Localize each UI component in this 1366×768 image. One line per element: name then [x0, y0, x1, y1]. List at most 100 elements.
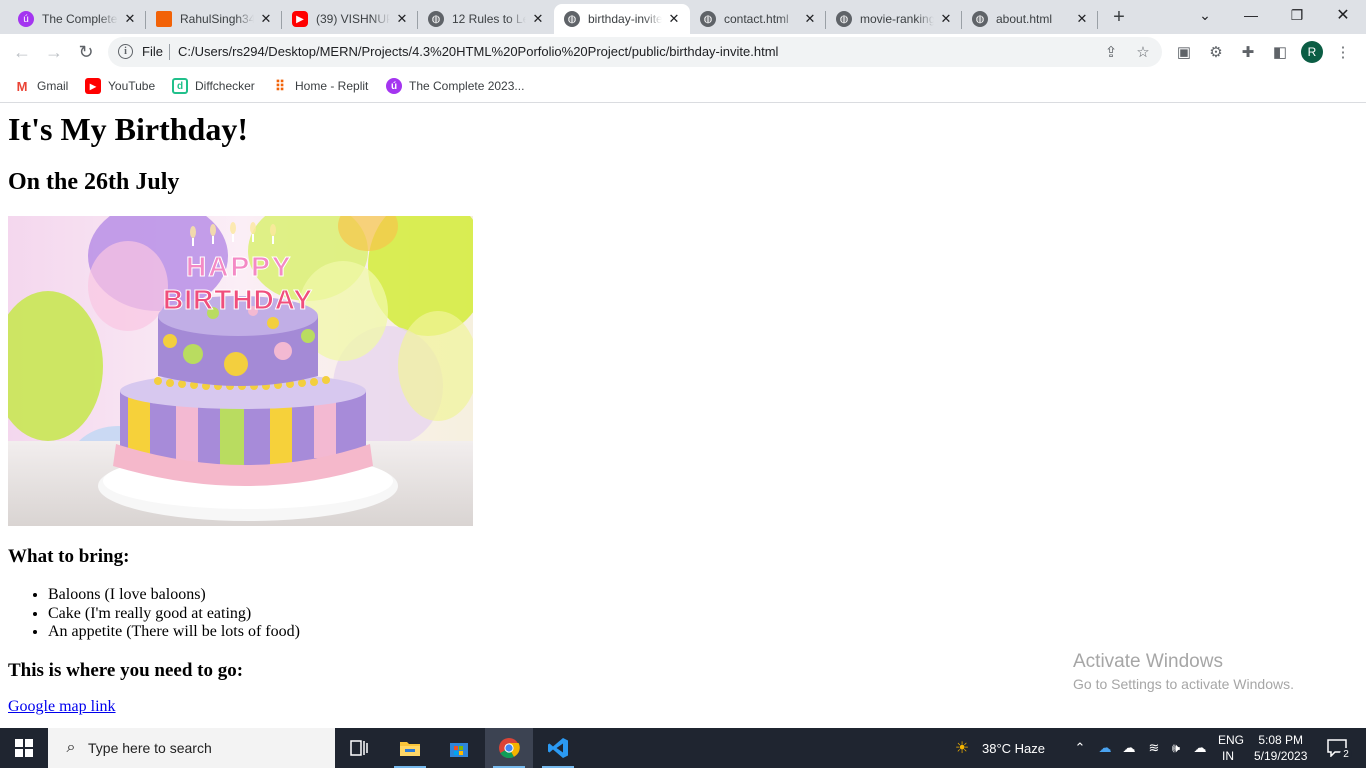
udemy-icon: ú	[386, 78, 402, 94]
tab-title: movie-ranking.html	[860, 12, 934, 26]
bookmark-gmail[interactable]: M Gmail	[14, 77, 69, 95]
volume-icon[interactable]: 🕪	[1167, 739, 1185, 757]
weather-text[interactable]: 38°C Haze	[982, 728, 1045, 768]
tab-title: The Complete 2023 Web Development Bootca…	[42, 12, 118, 26]
tab-youtube[interactable]: ▶ (39) VISHNUPRIYA - YouTube ✕	[282, 4, 418, 34]
clock-time: 5:08 PM	[1258, 733, 1304, 747]
extensions-puzzle-icon[interactable]: ✚	[1238, 42, 1258, 62]
profile-avatar[interactable]: R	[1301, 41, 1323, 63]
windows-taskbar: ⌕ Type here to search ☀ 38°C Haze ⌃ ☁ ☁ …	[0, 728, 1366, 768]
tab-replit[interactable]: RahulSingh34 - Replit ✕	[146, 4, 282, 34]
pdf-extension-icon[interactable]: ▣	[1174, 42, 1194, 62]
tab-search-chevron-icon[interactable]: ⌄	[1182, 0, 1228, 30]
activate-windows-subtitle: Go to Settings to activate Windows.	[1073, 676, 1294, 692]
list-item: Baloons (I love baloons)	[48, 586, 300, 605]
chrome-icon[interactable]	[485, 728, 533, 768]
date-heading: On the 26th July	[8, 169, 180, 195]
globe-icon: ◍	[564, 11, 580, 27]
share-icon[interactable]: ⇪	[1102, 43, 1120, 61]
menu-kebab-icon[interactable]: ⋮	[1333, 42, 1353, 62]
close-window-icon[interactable]: ✕	[1320, 0, 1366, 30]
side-panel-icon[interactable]: ◧	[1270, 42, 1290, 62]
tab-birthday-invite[interactable]: ◍ birthday-invite.html ✕	[554, 4, 690, 34]
youtube-icon: ▶	[85, 78, 101, 94]
tab-contact[interactable]: ◍ contact.html ✕	[690, 4, 826, 34]
language-indicator[interactable]: ENG IN	[1218, 728, 1244, 768]
tab-udemy[interactable]: ú The Complete 2023 Web Development Boot…	[8, 4, 146, 34]
clock[interactable]: 5:08 PM 5/19/2023	[1254, 728, 1307, 768]
bring-list: Baloons (I love baloons) Cake (I'm reall…	[8, 586, 300, 642]
bookmark-label: Diffchecker	[195, 79, 255, 93]
clock-date: 5/19/2023	[1254, 749, 1308, 763]
reload-icon[interactable]: ↻	[72, 38, 100, 66]
udemy-icon: ú	[18, 11, 34, 27]
bookmark-label: Gmail	[37, 79, 69, 93]
close-tab-icon[interactable]: ✕	[258, 11, 274, 27]
forward-icon[interactable]: →	[40, 38, 68, 66]
activate-windows-title: Activate Windows	[1073, 651, 1223, 672]
vscode-icon[interactable]	[534, 728, 582, 768]
tab-title: birthday-invite.html	[588, 12, 662, 26]
what-to-bring-heading: What to bring:	[8, 546, 130, 567]
address-scheme: File	[142, 44, 163, 59]
extension-gear-icon[interactable]: ⚙	[1206, 42, 1226, 62]
tab-about[interactable]: ◍ about.html ✕	[962, 4, 1098, 34]
language-top: ENG	[1218, 733, 1245, 747]
taskbar-search-box[interactable]: ⌕ Type here to search	[48, 728, 335, 768]
back-icon[interactable]: ←	[8, 38, 36, 66]
close-tab-icon[interactable]: ✕	[530, 11, 546, 27]
bookmark-replit[interactable]: ⠿ Home - Replit	[272, 77, 369, 95]
diffchecker-icon: d	[172, 78, 188, 94]
globe-icon: ◍	[428, 11, 444, 27]
bookmark-label: The Complete 2023...	[409, 79, 525, 93]
cloud-upload-icon[interactable]: ☁	[1191, 739, 1209, 757]
bookmark-label: Home - Replit	[295, 79, 369, 93]
tab-movie-ranking[interactable]: ◍ movie-ranking.html ✕	[826, 4, 962, 34]
tab-strip: ú The Complete 2023 Web Development Boot…	[0, 0, 1366, 34]
tab-title: RahulSingh34 - Replit	[180, 12, 254, 26]
close-tab-icon[interactable]: ✕	[1074, 11, 1090, 27]
close-tab-icon[interactable]: ✕	[122, 11, 138, 27]
bookmarks-bar: M Gmail ▶ YouTube d Diffchecker ⠿ Home -…	[0, 70, 1366, 103]
microsoft-store-icon[interactable]	[435, 728, 483, 768]
close-tab-icon[interactable]: ✕	[802, 11, 818, 27]
bookmark-label: YouTube	[108, 79, 156, 93]
page-content: It's My Birthday! On the 26th July HAPPY…	[0, 103, 1366, 728]
start-button[interactable]	[0, 728, 48, 768]
wifi-icon[interactable]: ≋	[1145, 739, 1163, 757]
onedrive-icon[interactable]: ☁	[1120, 739, 1138, 757]
globe-icon: ◍	[700, 11, 716, 27]
globe-icon: ◍	[836, 11, 852, 27]
show-hidden-icons-chevron-icon[interactable]: ⌃	[1071, 739, 1089, 757]
bookmark-star-icon[interactable]: ☆	[1134, 43, 1152, 61]
replit-icon	[156, 11, 172, 27]
new-tab-icon[interactable]: +	[1108, 6, 1130, 28]
bookmark-youtube[interactable]: ▶ YouTube	[85, 77, 155, 95]
restore-icon[interactable]: ❐	[1274, 0, 1320, 30]
tab-title: contact.html	[724, 12, 789, 26]
replit-icon: ⠿	[274, 77, 286, 94]
tab-12-rules[interactable]: ◍ 12 Rules to Learn to Code ✕	[418, 4, 554, 34]
file-explorer-icon[interactable]	[386, 728, 434, 768]
where-to-go-heading: This is where you need to go:	[8, 660, 244, 681]
bookmark-diffchecker[interactable]: d Diffchecker	[172, 77, 255, 95]
task-view-icon[interactable]	[336, 728, 384, 768]
google-map-link[interactable]: Google map link	[8, 698, 116, 716]
weather-haze-icon[interactable]: ☀	[950, 739, 974, 757]
site-info-icon[interactable]: i	[118, 44, 133, 59]
close-tab-icon[interactable]: ✕	[938, 11, 954, 27]
birthday-cake-image: HAPPY BIRTHDAY	[8, 216, 473, 526]
bookmark-udemy[interactable]: ú The Complete 2023...	[386, 77, 524, 95]
list-item: Cake (I'm really good at eating)	[48, 605, 300, 624]
close-tab-icon[interactable]: ✕	[666, 11, 682, 27]
minimize-icon[interactable]: —	[1228, 0, 1274, 30]
list-item: An appetite (There will be lots of food)	[48, 623, 300, 642]
onedrive-sync-icon[interactable]: ☁	[1096, 739, 1114, 757]
address-divider	[169, 44, 170, 60]
close-tab-icon[interactable]: ✕	[394, 11, 410, 27]
address-url[interactable]: C:/Users/rs294/Desktop/MERN/Projects/4.3…	[178, 44, 778, 59]
browser-toolbar: ← → ↻ i File C:/Users/rs294/Desktop/MERN…	[0, 34, 1366, 70]
address-bar[interactable]: i File C:/Users/rs294/Desktop/MERN/Proje…	[108, 37, 1162, 67]
notifications-button[interactable]: 2	[1322, 728, 1352, 768]
youtube-icon: ▶	[292, 11, 308, 27]
